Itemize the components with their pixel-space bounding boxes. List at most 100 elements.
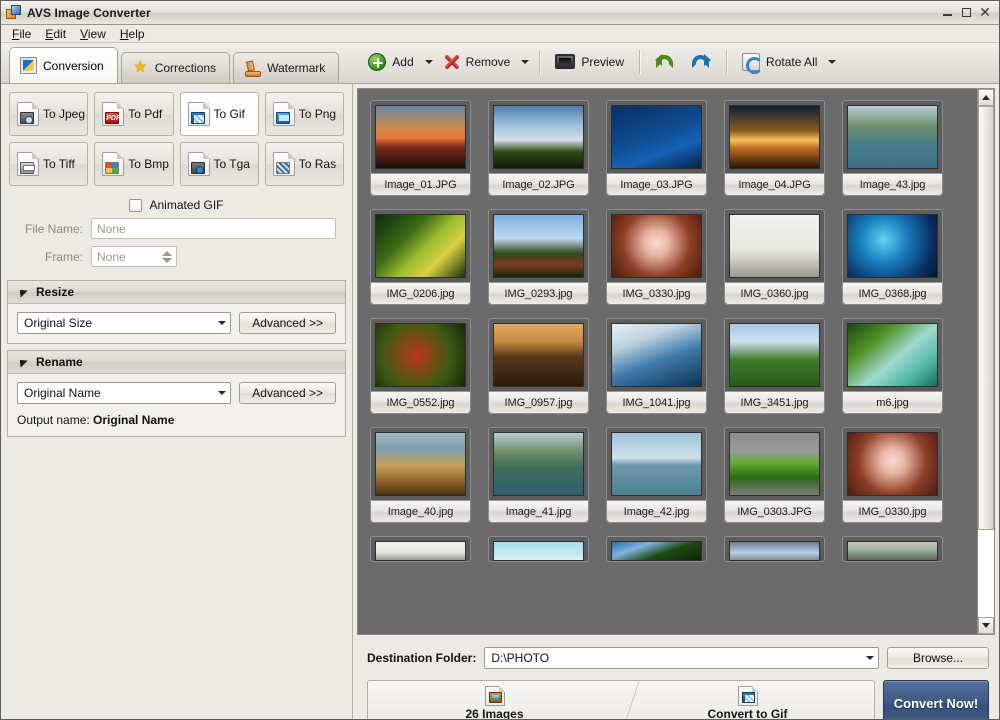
thumbnail-item[interactable] <box>488 536 589 562</box>
format-button-bmp[interactable]: To Bmp <box>94 142 173 186</box>
format-button-pdf[interactable]: PDF To Pdf <box>94 92 173 136</box>
thumbnail-artwork <box>494 542 583 560</box>
thumbnail-artwork <box>848 542 937 560</box>
format-label-ras: To Ras <box>299 157 336 171</box>
resize-title: Resize <box>36 285 74 299</box>
thumbnail-item[interactable]: IMG_1041.jpg <box>606 318 707 414</box>
thumbnail-item[interactable]: IMG_0330.jpg <box>606 209 707 305</box>
add-button[interactable]: Add <box>360 47 421 77</box>
menu-help[interactable]: Help <box>114 26 151 42</box>
thumbnail-item[interactable]: Image_04.JPG <box>724 100 825 196</box>
tab-corrections[interactable]: ★ Corrections <box>121 52 230 83</box>
scrollbar-thumb[interactable] <box>978 106 994 530</box>
minimize-button[interactable] <box>938 5 956 21</box>
thumbnail-image <box>847 432 938 496</box>
resize-advanced-button[interactable]: Advanced >> <box>239 312 336 334</box>
browse-button[interactable]: Browse... <box>887 647 989 669</box>
destination-folder-input[interactable]: D:\PHOTO <box>484 647 879 669</box>
add-dropdown-button[interactable] <box>422 47 436 77</box>
rename-section-header[interactable]: Rename <box>8 351 345 374</box>
animated-gif-checkbox[interactable] <box>129 199 142 212</box>
step-convert-to[interactable]: Convert to Gif <box>621 681 874 720</box>
rename-section-body: Original Name Advanced >> Output name: O… <box>8 374 345 436</box>
file-name-input[interactable]: None <box>91 218 336 239</box>
remove-button[interactable]: Remove <box>436 47 519 77</box>
thumbnail-image <box>493 432 584 496</box>
scrollbar-track[interactable] <box>978 106 994 617</box>
format-button-ras[interactable]: To Ras <box>265 142 344 186</box>
thumbnail-scrollbar[interactable] <box>977 89 994 634</box>
resize-section-header[interactable]: Resize <box>8 281 345 304</box>
thumbnail-image <box>611 214 702 278</box>
menu-file[interactable]: File <box>6 26 37 42</box>
destination-row: Destination Folder: D:\PHOTO Browse... <box>367 647 989 669</box>
rotate-all-dropdown-button[interactable] <box>825 47 839 77</box>
thumbnail-item[interactable]: Image_41.jpg <box>488 427 589 523</box>
thumbnail-item[interactable] <box>724 536 825 562</box>
thumbnail-item[interactable]: IMG_0368.jpg <box>842 209 943 305</box>
thumbnail-artwork <box>730 215 819 277</box>
frame-spinner-arrows[interactable] <box>159 247 175 266</box>
thumbnail-item[interactable]: Image_43.jpg <box>842 100 943 196</box>
thumbnail-artwork <box>376 106 465 168</box>
format-button-jpeg[interactable]: To Jpeg <box>9 92 88 136</box>
thumbnail-item[interactable]: Image_02.JPG <box>488 100 589 196</box>
thumbnail-item[interactable]: Image_03.JPG <box>606 100 707 196</box>
thumbnail-item[interactable]: IMG_0303.JPG <box>724 427 825 523</box>
thumbnail-area: Image_01.JPGImage_02.JPGImage_03.JPGImag… <box>357 88 995 635</box>
rename-advanced-button[interactable]: Advanced >> <box>239 382 336 404</box>
rotate-left-button[interactable] <box>647 47 683 77</box>
thumbnail-image <box>375 432 466 496</box>
tab-watermark[interactable]: Watermark <box>233 52 339 83</box>
thumbnail-item[interactable]: Image_42.jpg <box>606 427 707 523</box>
format-button-gif[interactable]: To Gif <box>180 92 259 136</box>
tab-conversion[interactable]: Conversion <box>9 47 118 83</box>
maximize-button[interactable] <box>957 5 975 21</box>
thumbnail-item[interactable]: IMG_0957.jpg <box>488 318 589 414</box>
rotate-right-button[interactable] <box>683 47 719 77</box>
thumbnail-grid[interactable]: Image_01.JPGImage_02.JPGImage_03.JPGImag… <box>358 89 977 634</box>
format-button-tiff[interactable]: To Tiff <box>9 142 88 186</box>
tab-corrections-label: Corrections <box>155 61 216 75</box>
step-images[interactable]: 26 Images <box>368 681 621 720</box>
output-name-prefix: Output name: <box>17 413 93 427</box>
thumbnail-filename: Image_40.jpg <box>371 500 470 522</box>
rename-dropdown[interactable]: Original Name <box>17 382 231 404</box>
thumbnail-item[interactable]: IMG_0293.jpg <box>488 209 589 305</box>
rotate-all-button[interactable]: Rotate All <box>734 47 825 77</box>
frame-stepper[interactable]: None <box>91 246 177 267</box>
thumbnail-item[interactable]: IMG_0330.jpg <box>842 427 943 523</box>
thumbnail-item[interactable] <box>370 536 471 562</box>
thumbnail-item[interactable]: IMG_0552.jpg <box>370 318 471 414</box>
resize-dropdown[interactable]: Original Size <box>17 312 231 334</box>
preview-button[interactable]: Preview <box>547 47 632 77</box>
toolbar-separator <box>726 50 727 74</box>
thumbnail-filename: IMG_0552.jpg <box>371 391 470 413</box>
thumbnail-image <box>375 214 466 278</box>
thumbnail-item[interactable]: IMG_0360.jpg <box>724 209 825 305</box>
format-button-png[interactable]: To Png <box>265 92 344 136</box>
menu-edit[interactable]: Edit <box>39 26 72 42</box>
spinner-up-icon[interactable] <box>162 251 172 256</box>
remove-dropdown-button[interactable] <box>518 47 532 77</box>
thumbnail-filename: IMG_0206.jpg <box>371 282 470 304</box>
thumbnail-item[interactable]: m6.jpg <box>842 318 943 414</box>
format-button-tga[interactable]: To Tga <box>180 142 259 186</box>
convert-now-button[interactable]: Convert Now! <box>883 680 989 720</box>
scroll-down-icon[interactable] <box>978 617 994 634</box>
rotate-right-icon <box>691 53 711 71</box>
thumbnail-item[interactable] <box>842 536 943 562</box>
collapse-triangle-icon <box>16 286 27 297</box>
close-button[interactable]: ✕ <box>976 5 994 21</box>
thumbnail-item[interactable]: IMG_3451.jpg <box>724 318 825 414</box>
rename-title: Rename <box>36 355 83 369</box>
file-gif-icon <box>188 102 210 126</box>
spinner-down-icon[interactable] <box>162 258 172 263</box>
scroll-up-icon[interactable] <box>978 89 994 106</box>
thumbnail-item[interactable]: Image_01.JPG <box>370 100 471 196</box>
thumbnail-item[interactable]: IMG_0206.jpg <box>370 209 471 305</box>
thumbnail-item[interactable]: Image_40.jpg <box>370 427 471 523</box>
thumbnail-item[interactable] <box>606 536 707 562</box>
menu-view[interactable]: View <box>74 26 112 42</box>
file-pdf-icon: PDF <box>102 102 124 126</box>
